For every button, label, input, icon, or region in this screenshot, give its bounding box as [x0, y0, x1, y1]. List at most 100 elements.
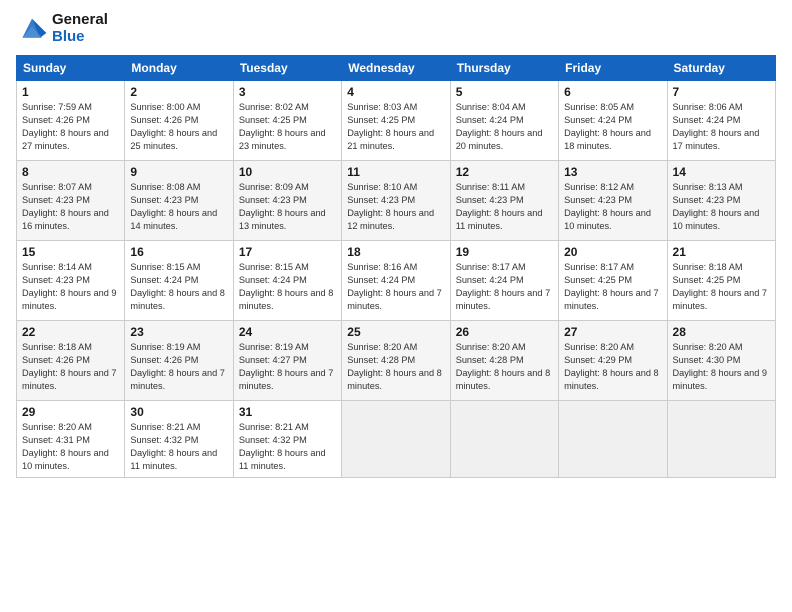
table-cell: 19 Sunrise: 8:17 AMSunset: 4:24 PMDaylig…: [450, 241, 558, 321]
table-cell: 8 Sunrise: 8:07 AMSunset: 4:23 PMDayligh…: [17, 161, 125, 241]
day-info: Sunrise: 8:05 AMSunset: 4:24 PMDaylight:…: [564, 102, 651, 151]
day-info: Sunrise: 8:20 AMSunset: 4:29 PMDaylight:…: [564, 342, 659, 391]
table-cell: 18 Sunrise: 8:16 AMSunset: 4:24 PMDaylig…: [342, 241, 450, 321]
day-info: Sunrise: 8:13 AMSunset: 4:23 PMDaylight:…: [673, 182, 760, 231]
table-cell: 10 Sunrise: 8:09 AMSunset: 4:23 PMDaylig…: [233, 161, 341, 241]
logo: General Blue: [16, 12, 108, 45]
day-number: 20: [564, 245, 661, 259]
table-cell: 15 Sunrise: 8:14 AMSunset: 4:23 PMDaylig…: [17, 241, 125, 321]
col-wednesday: Wednesday: [342, 56, 450, 81]
col-saturday: Saturday: [667, 56, 775, 81]
table-cell: 4 Sunrise: 8:03 AMSunset: 4:25 PMDayligh…: [342, 81, 450, 161]
day-info: Sunrise: 8:20 AMSunset: 4:30 PMDaylight:…: [673, 342, 768, 391]
table-cell: 22 Sunrise: 8:18 AMSunset: 4:26 PMDaylig…: [17, 321, 125, 401]
calendar-header-row: Sunday Monday Tuesday Wednesday Thursday…: [17, 56, 776, 81]
day-number: 22: [22, 325, 119, 339]
day-number: 28: [673, 325, 770, 339]
table-cell: 21 Sunrise: 8:18 AMSunset: 4:25 PMDaylig…: [667, 241, 775, 321]
day-info: Sunrise: 8:18 AMSunset: 4:25 PMDaylight:…: [673, 262, 768, 311]
day-number: 26: [456, 325, 553, 339]
day-info: Sunrise: 8:17 AMSunset: 4:25 PMDaylight:…: [564, 262, 659, 311]
day-info: Sunrise: 8:20 AMSunset: 4:31 PMDaylight:…: [22, 422, 109, 471]
day-number: 17: [239, 245, 336, 259]
day-info: Sunrise: 8:09 AMSunset: 4:23 PMDaylight:…: [239, 182, 326, 231]
day-number: 29: [22, 405, 119, 419]
day-info: Sunrise: 8:06 AMSunset: 4:24 PMDaylight:…: [673, 102, 760, 151]
table-cell: 7 Sunrise: 8:06 AMSunset: 4:24 PMDayligh…: [667, 81, 775, 161]
col-sunday: Sunday: [17, 56, 125, 81]
table-cell: 24 Sunrise: 8:19 AMSunset: 4:27 PMDaylig…: [233, 321, 341, 401]
table-cell: 23 Sunrise: 8:19 AMSunset: 4:26 PMDaylig…: [125, 321, 233, 401]
day-info: Sunrise: 8:17 AMSunset: 4:24 PMDaylight:…: [456, 262, 551, 311]
day-info: Sunrise: 8:03 AMSunset: 4:25 PMDaylight:…: [347, 102, 434, 151]
table-cell: 14 Sunrise: 8:13 AMSunset: 4:23 PMDaylig…: [667, 161, 775, 241]
table-cell: 29 Sunrise: 8:20 AMSunset: 4:31 PMDaylig…: [17, 401, 125, 478]
table-cell: 26 Sunrise: 8:20 AMSunset: 4:28 PMDaylig…: [450, 321, 558, 401]
day-info: Sunrise: 8:04 AMSunset: 4:24 PMDaylight:…: [456, 102, 543, 151]
table-cell: 17 Sunrise: 8:15 AMSunset: 4:24 PMDaylig…: [233, 241, 341, 321]
table-cell: 9 Sunrise: 8:08 AMSunset: 4:23 PMDayligh…: [125, 161, 233, 241]
day-info: Sunrise: 8:14 AMSunset: 4:23 PMDaylight:…: [22, 262, 117, 311]
day-info: Sunrise: 8:21 AMSunset: 4:32 PMDaylight:…: [130, 422, 217, 471]
table-cell: 27 Sunrise: 8:20 AMSunset: 4:29 PMDaylig…: [559, 321, 667, 401]
day-number: 5: [456, 85, 553, 99]
day-number: 9: [130, 165, 227, 179]
table-cell: 28 Sunrise: 8:20 AMSunset: 4:30 PMDaylig…: [667, 321, 775, 401]
col-monday: Monday: [125, 56, 233, 81]
table-cell: 31 Sunrise: 8:21 AMSunset: 4:32 PMDaylig…: [233, 401, 341, 478]
day-info: Sunrise: 8:21 AMSunset: 4:32 PMDaylight:…: [239, 422, 326, 471]
table-cell: 16 Sunrise: 8:15 AMSunset: 4:24 PMDaylig…: [125, 241, 233, 321]
day-info: Sunrise: 8:08 AMSunset: 4:23 PMDaylight:…: [130, 182, 217, 231]
page: General Blue Sunday Monday Tuesday Wedne…: [0, 0, 792, 612]
calendar: Sunday Monday Tuesday Wednesday Thursday…: [16, 55, 776, 478]
day-info: Sunrise: 8:20 AMSunset: 4:28 PMDaylight:…: [347, 342, 442, 391]
day-number: 4: [347, 85, 444, 99]
table-cell: 5 Sunrise: 8:04 AMSunset: 4:24 PMDayligh…: [450, 81, 558, 161]
table-cell: 11 Sunrise: 8:10 AMSunset: 4:23 PMDaylig…: [342, 161, 450, 241]
day-number: 27: [564, 325, 661, 339]
day-number: 10: [239, 165, 336, 179]
day-info: Sunrise: 8:16 AMSunset: 4:24 PMDaylight:…: [347, 262, 442, 311]
day-number: 21: [673, 245, 770, 259]
day-number: 1: [22, 85, 119, 99]
day-info: Sunrise: 8:07 AMSunset: 4:23 PMDaylight:…: [22, 182, 109, 231]
day-number: 23: [130, 325, 227, 339]
day-info: Sunrise: 8:15 AMSunset: 4:24 PMDaylight:…: [239, 262, 334, 311]
day-info: Sunrise: 8:00 AMSunset: 4:26 PMDaylight:…: [130, 102, 217, 151]
day-number: 8: [22, 165, 119, 179]
day-info: Sunrise: 8:20 AMSunset: 4:28 PMDaylight:…: [456, 342, 551, 391]
table-cell: 20 Sunrise: 8:17 AMSunset: 4:25 PMDaylig…: [559, 241, 667, 321]
logo-line2: Blue: [52, 29, 108, 46]
day-number: 18: [347, 245, 444, 259]
table-cell: [667, 401, 775, 478]
day-info: Sunrise: 8:12 AMSunset: 4:23 PMDaylight:…: [564, 182, 651, 231]
col-thursday: Thursday: [450, 56, 558, 81]
table-cell: 6 Sunrise: 8:05 AMSunset: 4:24 PMDayligh…: [559, 81, 667, 161]
day-number: 3: [239, 85, 336, 99]
col-friday: Friday: [559, 56, 667, 81]
logo-icon: [16, 15, 48, 43]
table-cell: [342, 401, 450, 478]
day-number: 14: [673, 165, 770, 179]
day-number: 31: [239, 405, 336, 419]
day-number: 30: [130, 405, 227, 419]
day-number: 25: [347, 325, 444, 339]
day-info: Sunrise: 7:59 AMSunset: 4:26 PMDaylight:…: [22, 102, 109, 151]
table-cell: 2 Sunrise: 8:00 AMSunset: 4:26 PMDayligh…: [125, 81, 233, 161]
day-number: 12: [456, 165, 553, 179]
table-cell: [450, 401, 558, 478]
day-number: 6: [564, 85, 661, 99]
day-info: Sunrise: 8:10 AMSunset: 4:23 PMDaylight:…: [347, 182, 434, 231]
logo-line1: General: [52, 12, 108, 29]
table-cell: 30 Sunrise: 8:21 AMSunset: 4:32 PMDaylig…: [125, 401, 233, 478]
table-cell: 3 Sunrise: 8:02 AMSunset: 4:25 PMDayligh…: [233, 81, 341, 161]
day-number: 24: [239, 325, 336, 339]
table-cell: 12 Sunrise: 8:11 AMSunset: 4:23 PMDaylig…: [450, 161, 558, 241]
table-cell: 13 Sunrise: 8:12 AMSunset: 4:23 PMDaylig…: [559, 161, 667, 241]
header: General Blue: [16, 12, 776, 45]
day-info: Sunrise: 8:18 AMSunset: 4:26 PMDaylight:…: [22, 342, 117, 391]
day-number: 11: [347, 165, 444, 179]
day-info: Sunrise: 8:11 AMSunset: 4:23 PMDaylight:…: [456, 182, 543, 231]
day-number: 15: [22, 245, 119, 259]
logo-text: General Blue: [52, 12, 108, 45]
